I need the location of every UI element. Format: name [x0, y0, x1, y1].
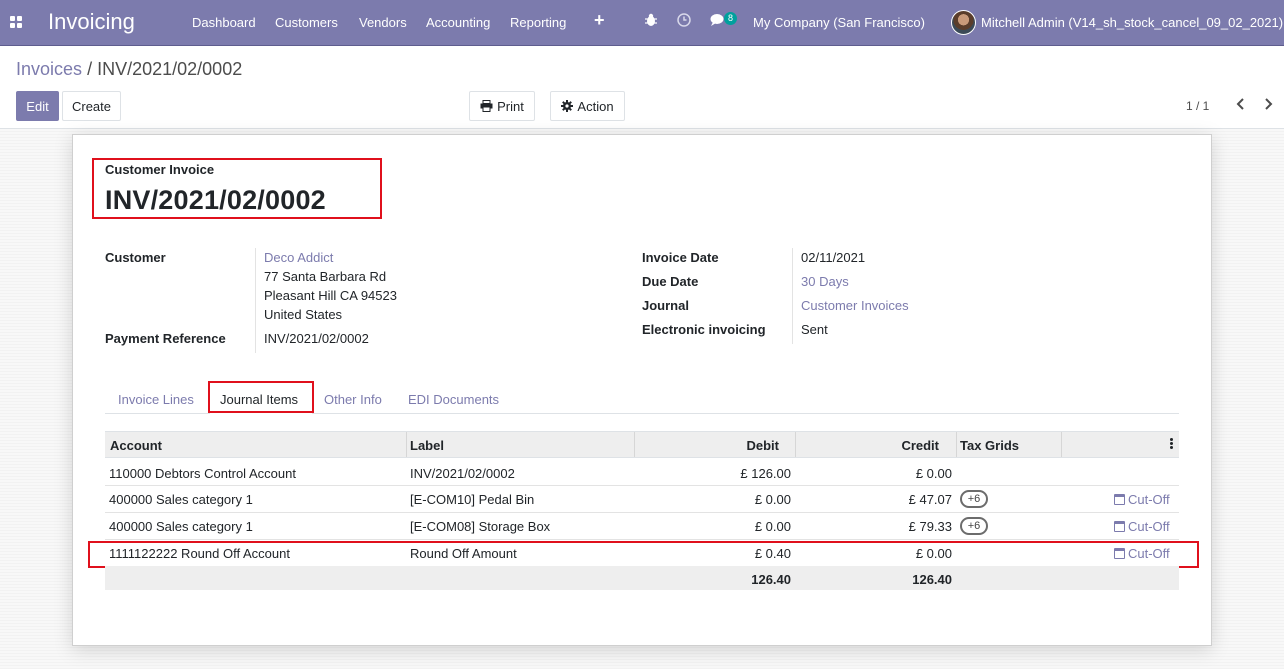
row3-label[interactable]: [E-COM08] Storage Box [410, 519, 550, 534]
create-button-label: Create [71, 98, 112, 114]
column-divider [634, 432, 635, 457]
breadcrumb-separator: / [87, 59, 93, 79]
company-switcher[interactable]: My Company (San Francisco) [753, 15, 925, 30]
menu-dashboard[interactable]: Dashboard [192, 15, 256, 30]
chat-count-badge: 8 [724, 12, 738, 25]
row2-tax-grid-tag[interactable]: +6 [960, 490, 988, 508]
tab-edi-documents[interactable]: EDI Documents [408, 392, 499, 407]
field-separator-right [792, 248, 793, 344]
column-credit[interactable]: Credit [800, 438, 939, 453]
customer-label: Customer [105, 250, 166, 265]
row2-account[interactable]: 400000 Sales category 1 [109, 492, 253, 507]
breadcrumb-invoices[interactable]: Invoices [16, 59, 82, 79]
tab-invoice-lines[interactable]: Invoice Lines [118, 392, 194, 407]
column-divider [795, 432, 796, 457]
app-name[interactable]: Invoicing [48, 9, 135, 35]
row2-credit[interactable]: £ 47.07 [800, 492, 952, 507]
electronic-invoicing-value: Sent [801, 322, 828, 337]
breadcrumb: Invoices / INV/2021/02/0002 [16, 59, 242, 80]
menu-vendors[interactable]: Vendors [359, 15, 407, 30]
print-icon [480, 100, 493, 112]
menu-accounting[interactable]: Accounting [426, 15, 490, 30]
user-avatar[interactable] [951, 10, 976, 35]
row3-debit[interactable]: £ 0.00 [640, 519, 791, 534]
calendar-icon [1114, 521, 1125, 532]
row3-tax-grid-tag[interactable]: +6 [960, 517, 988, 535]
invoice-type: Customer Invoice [105, 162, 215, 177]
customer-address-line3: United States [264, 307, 343, 322]
invoice-number: INV/2021/02/0002 [105, 185, 326, 215]
payment-reference-value: INV/2021/02/0002 [264, 331, 369, 346]
user-menu[interactable]: Mitchell Admin (V14_sh_stock_cancel_09_0… [981, 15, 1283, 30]
calendar-icon [1114, 494, 1125, 505]
row3-credit[interactable]: £ 79.33 [800, 519, 952, 534]
row1-account[interactable]: 110000 Debtors Control Account [109, 466, 296, 481]
pager-value[interactable]: 1 / 1 [1186, 99, 1209, 113]
row2-debit[interactable]: £ 0.00 [640, 492, 791, 507]
row3-cut-off-button[interactable]: Cut-Off [1114, 519, 1170, 534]
highlight-round-off-row [88, 541, 1199, 568]
invoice-date-value: 02/11/2021 [801, 250, 866, 265]
edit-button-label: Edit [26, 98, 49, 114]
row3-cut-off-label: Cut-Off [1128, 519, 1170, 534]
row2-label[interactable]: [E-COM10] Pedal Bin [410, 492, 534, 507]
previous-record-icon[interactable] [1236, 97, 1245, 113]
row-divider [105, 512, 1179, 513]
menu-reporting[interactable]: Reporting [510, 15, 566, 30]
clock-icon[interactable] [677, 13, 691, 30]
electronic-invoicing-label: Electronic invoicing [642, 322, 766, 337]
due-date-label: Due Date [642, 274, 699, 289]
payment-reference-label: Payment Reference [105, 331, 226, 346]
column-divider [1061, 432, 1062, 457]
column-divider [406, 432, 407, 457]
action-button-label: Action [577, 98, 614, 114]
row3-account[interactable]: 400000 Sales category 1 [109, 519, 253, 534]
total-debit: 126.40 [751, 572, 791, 587]
print-button-label: Print [497, 98, 524, 114]
total-credit: 126.40 [912, 572, 952, 587]
due-date-link[interactable]: 30 Days [801, 274, 849, 289]
customer-address-line1: 77 Santa Barbara Rd [264, 269, 387, 284]
create-button[interactable]: Create [62, 91, 121, 121]
print-button[interactable]: Print [469, 91, 535, 121]
row-divider [105, 485, 1179, 486]
row1-label[interactable]: INV/2021/02/0002 [410, 466, 515, 481]
edit-button[interactable]: Edit [16, 91, 59, 121]
highlight-journal-items-tab [208, 381, 314, 413]
action-button[interactable]: Action [550, 91, 625, 121]
next-record-icon[interactable] [1264, 97, 1273, 113]
customer-address-line2: Pleasant Hill CA 94523 [264, 288, 397, 303]
breadcrumb-current: INV/2021/02/0002 [97, 59, 243, 79]
tab-other-info[interactable]: Other Info [324, 392, 382, 407]
customer-link[interactable]: Deco Addict [264, 250, 333, 265]
invoice-date-label: Invoice Date [642, 250, 719, 265]
row2-cut-off-button[interactable]: Cut-Off [1114, 492, 1170, 507]
row1-credit[interactable]: £ 0.00 [800, 466, 952, 481]
field-separator-left [255, 248, 256, 353]
optional-columns-icon[interactable] [1170, 438, 1173, 450]
journal-link[interactable]: Customer Invoices [801, 298, 909, 313]
column-account[interactable]: Account [110, 438, 162, 453]
row-divider [105, 539, 1179, 540]
column-tax-grids[interactable]: Tax Grids [960, 438, 1019, 453]
bug-icon[interactable] [645, 13, 657, 30]
column-label[interactable]: Label [410, 438, 444, 453]
plus-icon[interactable]: + [594, 10, 605, 31]
top-navbar: Invoicing Dashboard Customers Vendors Ac… [0, 0, 1284, 46]
column-divider [956, 432, 957, 457]
row2-cut-off-label: Cut-Off [1128, 492, 1170, 507]
column-debit[interactable]: Debit [640, 438, 780, 453]
row1-debit[interactable]: £ 126.00 [640, 466, 791, 481]
apps-menu-icon[interactable] [10, 16, 23, 29]
journal-label: Journal [642, 298, 689, 313]
menu-customers[interactable]: Customers [275, 15, 338, 30]
gear-icon [561, 100, 574, 112]
